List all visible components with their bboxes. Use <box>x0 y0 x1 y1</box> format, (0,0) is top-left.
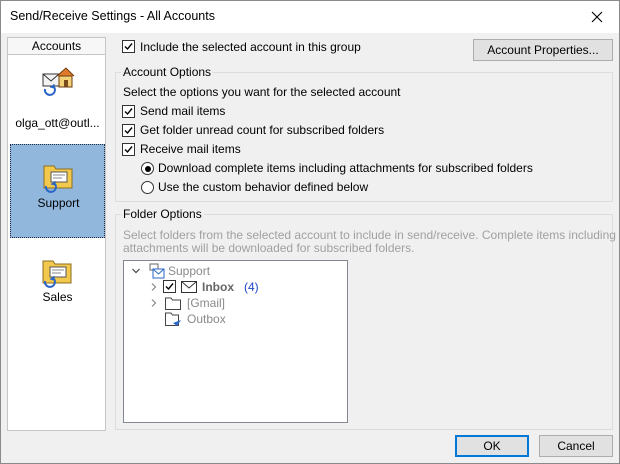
download-complete-label: Download complete items including attach… <box>158 161 533 175</box>
tree-node-outbox[interactable]: Outbox <box>146 311 336 327</box>
inbox-checkbox[interactable] <box>163 280 176 293</box>
close-button[interactable] <box>575 1 619 32</box>
folder-icon <box>165 297 181 310</box>
accounts-header: Accounts <box>8 38 105 55</box>
folder-options-legend: Folder Options <box>121 207 204 221</box>
custom-behavior-label: Use the custom behavior defined below <box>158 180 369 194</box>
checkmark-icon <box>124 108 133 116</box>
tree-node-support[interactable]: Support <box>130 263 330 279</box>
folder-options-description-line2: attachments will be downloaded for subsc… <box>123 241 415 255</box>
folder-sync-icon <box>42 260 72 288</box>
tree-label-support: Support <box>168 264 211 278</box>
tree-label-outbox: Outbox <box>187 312 226 326</box>
checkmark-icon <box>165 283 174 291</box>
tree-node-gmail[interactable]: [Gmail] <box>146 295 336 311</box>
chevron-down-icon <box>132 268 140 274</box>
account-item-olga[interactable]: olga_ott@outl... <box>10 58 105 152</box>
account-options-legend: Account Options <box>121 65 214 79</box>
outbox-icon <box>165 312 181 326</box>
unread-count-checkbox[interactable] <box>122 124 135 137</box>
mailbox-icon <box>149 263 165 279</box>
include-account-checkbox[interactable] <box>122 40 135 53</box>
receive-mail-label: Receive mail items <box>140 142 241 156</box>
account-properties-button[interactable]: Account Properties... <box>473 39 613 61</box>
close-icon <box>591 11 603 22</box>
receive-mail-checkbox[interactable] <box>122 143 135 156</box>
send-mail-checkbox[interactable] <box>122 105 135 118</box>
ok-button[interactable]: OK <box>455 435 529 457</box>
folder-tree[interactable]: Support Inbox (4) [Gmail] Outbox <box>123 260 348 423</box>
account-label: Sales <box>42 290 73 304</box>
folder-options-description-line1: Select folders from the selected account… <box>123 228 616 242</box>
tree-label-inbox: Inbox <box>202 280 234 294</box>
custom-behavior-radio[interactable] <box>141 181 154 194</box>
tree-label-gmail: [Gmail] <box>187 296 226 310</box>
window-title: Send/Receive Settings - All Accounts <box>10 9 215 23</box>
send-mail-label: Send mail items <box>140 104 226 118</box>
checkmark-icon <box>124 127 133 135</box>
title-bar: Send/Receive Settings - All Accounts <box>1 1 619 33</box>
account-options-description: Select the options you want for the sele… <box>123 85 401 99</box>
folder-sync-icon <box>43 165 73 193</box>
chevron-right-icon <box>151 283 157 291</box>
envelope-icon <box>181 281 197 293</box>
account-label: Support <box>37 196 80 210</box>
account-label: olga_ott@outl... <box>15 116 100 130</box>
cancel-button[interactable]: Cancel <box>539 435 613 457</box>
send-receive-settings-dialog: Send/Receive Settings - All Accounts Acc… <box>0 0 620 464</box>
download-complete-radio[interactable] <box>141 162 154 175</box>
account-item-support[interactable]: Support <box>10 144 105 238</box>
chevron-right-icon <box>151 299 157 307</box>
checkmark-icon <box>124 43 133 51</box>
include-account-label: Include the selected account in this gro… <box>140 40 361 54</box>
unread-count-label: Get folder unread count for subscribed f… <box>140 123 385 137</box>
tree-node-inbox[interactable]: Inbox (4) <box>146 279 336 295</box>
inbox-unread-count: (4) <box>244 280 259 294</box>
checkmark-icon <box>124 146 133 154</box>
house-mail-icon <box>42 67 75 96</box>
accounts-list: Accounts olga_ott@outl... Support Sales <box>7 37 106 431</box>
account-item-sales[interactable]: Sales <box>10 246 105 340</box>
